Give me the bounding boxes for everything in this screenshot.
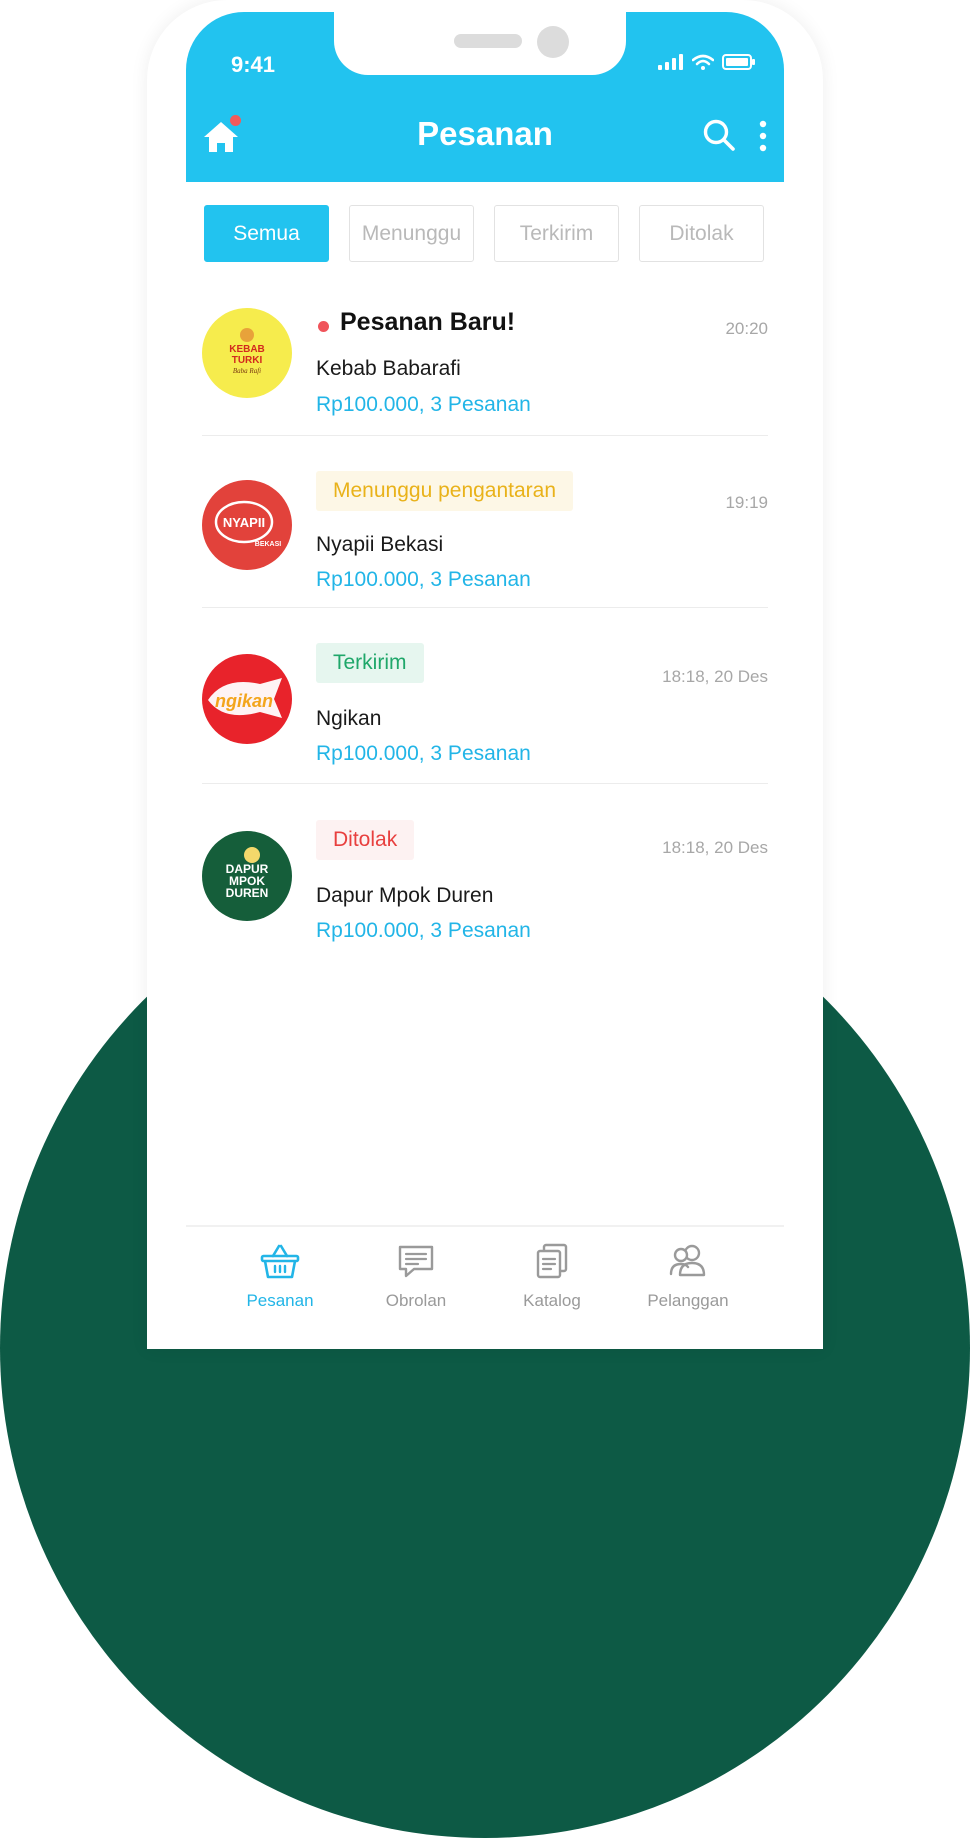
new-order-dot <box>318 321 329 332</box>
nav-label: Pesanan <box>246 1291 314 1310</box>
logo-text: DUREN <box>226 886 269 900</box>
store-name: Nyapii Bekasi <box>316 533 444 556</box>
front-camera <box>537 26 569 58</box>
order-title: Pesanan Baru! <box>340 308 516 336</box>
order-time: 20:20 <box>725 319 768 338</box>
order-item[interactable]: KEBAB TURKI Baba Rafi Pesanan Baru! 20:2… <box>202 308 768 482</box>
speaker-grille <box>454 34 522 48</box>
tab-terkirim[interactable]: Terkirim <box>494 205 619 262</box>
order-time: 19:19 <box>725 493 768 512</box>
status-label: Terkirim <box>333 651 407 674</box>
logo-text: TURKI <box>232 355 263 366</box>
nav-label: Pelanggan <box>647 1291 729 1310</box>
status-label: Ditolak <box>333 828 398 851</box>
nav-label: Katalog <box>523 1291 581 1310</box>
app-header: 9:41 Pesanan <box>186 12 784 182</box>
nav-label: Obrolan <box>385 1291 447 1310</box>
phone-notch <box>334 12 626 75</box>
nav-pelanggan[interactable]: Pelanggan <box>618 1241 758 1311</box>
status-icons <box>658 54 756 70</box>
divider <box>202 607 768 608</box>
store-logo: NYAPII BEKASI <box>202 480 292 570</box>
basket-icon <box>260 1244 300 1279</box>
order-summary: Rp100.000, 3 Pesanan <box>316 742 531 765</box>
order-item[interactable]: DAPUR MPOK DUREN Ditolak 18:18, 20 Des D… <box>202 819 768 993</box>
divider <box>202 435 768 436</box>
tab-ditolak[interactable]: Ditolak <box>639 205 764 262</box>
tab-semua[interactable]: Semua <box>204 205 329 262</box>
nav-obrolan[interactable]: Obrolan <box>346 1241 486 1311</box>
tab-menunggu[interactable]: Menunggu <box>349 205 474 262</box>
catalog-icon <box>536 1243 568 1279</box>
status-time: 9:41 <box>231 52 276 77</box>
nav-pesanan[interactable]: Pesanan <box>210 1241 350 1311</box>
battery-icon <box>722 54 755 70</box>
order-item[interactable]: NYAPII BEKASI Menunggu pengantaran 19:19… <box>202 468 768 642</box>
store-logo: KEBAB TURKI Baba Rafi <box>202 308 292 398</box>
bottom-navigation: Pesanan Obrolan Katalog Pelanggan <box>186 1225 784 1349</box>
more-vertical-icon[interactable] <box>756 120 770 152</box>
status-label: Menunggu pengantaran <box>333 479 557 502</box>
search-icon[interactable] <box>702 118 736 152</box>
status-badge: Ditolak <box>316 820 415 860</box>
divider <box>202 783 768 784</box>
order-summary: Rp100.000, 3 Pesanan <box>316 568 531 591</box>
store-logo: DAPUR MPOK DUREN <box>202 831 292 921</box>
store-name: Kebab Babarafi <box>316 357 461 380</box>
customers-icon <box>669 1244 706 1277</box>
phone-screen: 9:41 Pesanan Semua Menunggu Terkirim Dit… <box>186 12 784 1349</box>
logo-text: NYAPII <box>223 515 265 530</box>
order-summary: Rp100.000, 3 Pesanan <box>316 919 531 942</box>
status-badge: Terkirim <box>316 643 424 683</box>
logo-text: KEBAB <box>229 344 265 355</box>
store-name: Dapur Mpok Duren <box>316 884 494 907</box>
logo-text: Baba Rafi <box>233 367 261 375</box>
signal-icon <box>658 54 683 70</box>
order-time: 18:18, 20 Des <box>662 667 768 686</box>
page-title: Pesanan <box>417 115 553 152</box>
store-name: Ngikan <box>316 707 382 730</box>
nav-katalog[interactable]: Katalog <box>482 1241 622 1311</box>
order-time: 18:18, 20 Des <box>662 838 768 857</box>
logo-text: BEKASI <box>255 541 282 548</box>
order-item[interactable]: ngikan Terkirim 18:18, 20 Des Ngikan Rp1… <box>202 642 768 816</box>
logo-text: ngikan <box>215 691 273 711</box>
chat-icon <box>398 1245 434 1278</box>
wifi-icon <box>692 54 714 70</box>
store-logo: ngikan <box>202 654 292 744</box>
order-summary: Rp100.000, 3 Pesanan <box>316 393 531 416</box>
status-badge: Menunggu pengantaran <box>316 471 574 511</box>
